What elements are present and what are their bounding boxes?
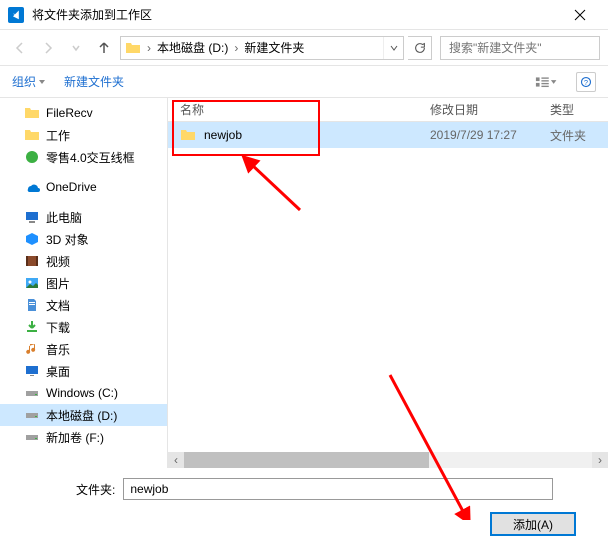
refresh-button[interactable] [408, 36, 432, 60]
column-type[interactable]: 类型 [550, 101, 594, 118]
sidebar-item-drive-d[interactable]: 本地磁盘 (D:) [0, 404, 167, 426]
chevron-right-icon: › [232, 41, 240, 55]
add-button[interactable]: 添加(A) [490, 512, 576, 536]
file-date: 2019/7/29 17:27 [430, 128, 550, 142]
file-type: 文件夹 [550, 127, 586, 144]
horizontal-scrollbar[interactable]: ‹ › [168, 452, 608, 468]
file-list[interactable]: newjob 2019/7/29 17:27 文件夹 [168, 122, 608, 452]
breadcrumb-drive[interactable]: 本地磁盘 (D:) [153, 37, 232, 59]
nav-forward-button[interactable] [36, 36, 60, 60]
sidebar-item-downloads[interactable]: 下载 [0, 316, 167, 338]
nav-recent-dropdown[interactable] [64, 36, 88, 60]
organize-menu[interactable]: 组织 [12, 73, 46, 90]
sidebar-item-filerecv[interactable]: FileRecv [0, 102, 167, 124]
folder-icon [180, 127, 196, 143]
file-name: newjob [204, 128, 430, 142]
scroll-left-arrow[interactable]: ‹ [168, 452, 184, 468]
vscode-icon [8, 7, 24, 23]
sidebar-item-retail[interactable]: 零售4.0交互线框 [0, 146, 167, 168]
help-button[interactable]: ? [576, 72, 596, 92]
chevron-right-icon: › [145, 41, 153, 55]
window-title: 将文件夹添加到工作区 [32, 6, 560, 23]
scroll-right-arrow[interactable]: › [592, 452, 608, 468]
sidebar-item-music[interactable]: 音乐 [0, 338, 167, 360]
sidebar-item-thispc[interactable]: 此电脑 [0, 206, 167, 228]
breadcrumb-folder[interactable]: 新建文件夹 [240, 37, 308, 59]
column-headers: 名称 修改日期 类型 [168, 98, 608, 122]
sidebar-item-onedrive[interactable]: OneDrive [0, 176, 167, 198]
folder-icon [125, 40, 141, 56]
column-name[interactable]: 名称 [180, 101, 430, 118]
new-folder-button[interactable]: 新建文件夹 [64, 73, 124, 90]
sidebar-item-pictures[interactable]: 图片 [0, 272, 167, 294]
column-date[interactable]: 修改日期 [430, 101, 550, 118]
close-button[interactable] [560, 0, 600, 30]
folder-name-input[interactable] [123, 478, 553, 500]
nav-back-button[interactable] [8, 36, 32, 60]
breadcrumb[interactable]: › 本地磁盘 (D:) › 新建文件夹 [120, 36, 404, 60]
folder-label: 文件夹: [76, 481, 115, 498]
scroll-thumb[interactable] [184, 452, 429, 468]
sidebar-item-drive-f[interactable]: 新加卷 (F:) [0, 426, 167, 448]
sidebar-item-desktop[interactable]: 桌面 [0, 360, 167, 382]
search-input[interactable] [449, 41, 604, 55]
file-row[interactable]: newjob 2019/7/29 17:27 文件夹 [168, 122, 608, 148]
breadcrumb-dropdown[interactable] [383, 37, 403, 59]
sidebar-item-documents[interactable]: 文档 [0, 294, 167, 316]
sidebar-item-work[interactable]: 工作 [0, 124, 167, 146]
svg-text:?: ? [584, 78, 588, 87]
sidebar-item-drive-c[interactable]: Windows (C:) [0, 382, 167, 404]
view-mode-button[interactable] [534, 72, 558, 92]
search-box[interactable] [440, 36, 600, 60]
sidebar-item-videos[interactable]: 视频 [0, 250, 167, 272]
sidebar: FileRecv 工作 零售4.0交互线框 OneDrive 此电脑 3D 对象… [0, 98, 168, 468]
sidebar-item-3dobjects[interactable]: 3D 对象 [0, 228, 167, 250]
nav-up-button[interactable] [92, 36, 116, 60]
